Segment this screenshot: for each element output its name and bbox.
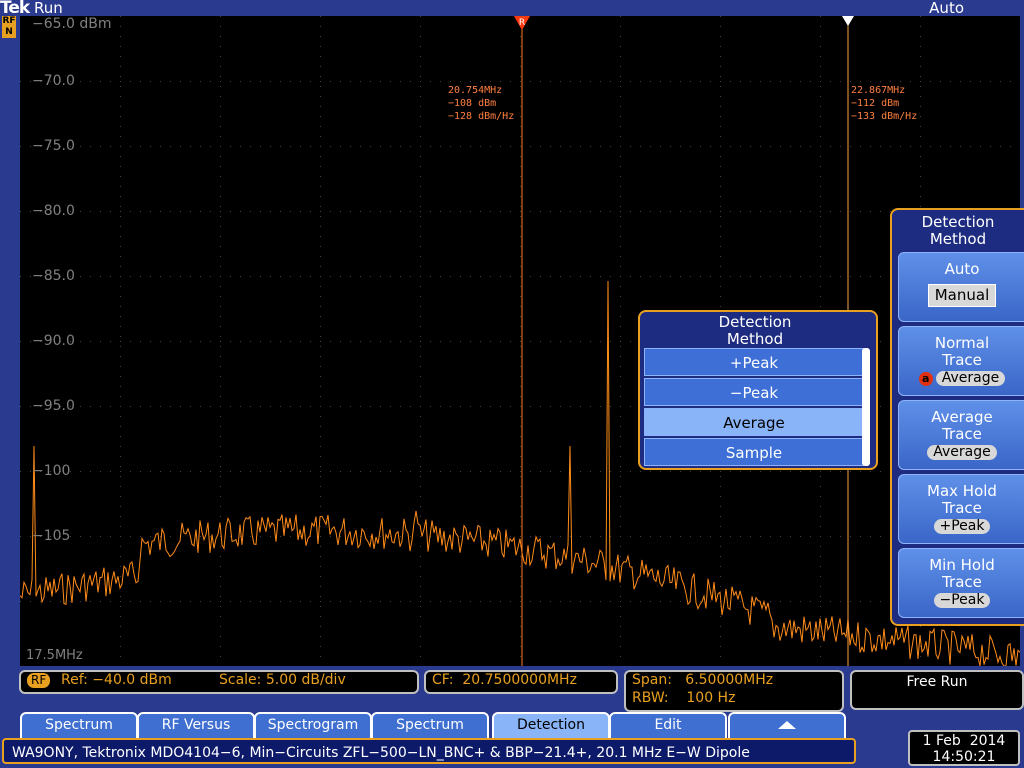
date: 1 Feb 2014 (922, 733, 1006, 749)
popup-title: Detection Method (718, 313, 792, 348)
min-hold-trace-button[interactable]: Min Hold Trace −Peak (898, 548, 1024, 618)
popup-scrollbar[interactable] (862, 348, 870, 466)
side-menu: Detection Method Auto Manual Normal Trac… (890, 208, 1024, 626)
max-hold-trace-value: +Peak (933, 519, 991, 534)
normal-trace-value: Average (935, 371, 1006, 386)
y-label-6: −95.0 (32, 398, 75, 414)
y-label-2: −75.0 (32, 138, 75, 154)
time: 14:50:21 (932, 749, 996, 765)
multipurpose-knob-a-icon: a (918, 372, 933, 386)
center-frequency: CF: 20.7500000MHz (432, 672, 577, 688)
top-status-bar (0, 0, 1024, 16)
popup-option-plus-peak[interactable]: +Peak (644, 348, 864, 376)
auto-option: Auto (944, 260, 980, 278)
popup-option-minus-peak[interactable]: −Peak (644, 378, 864, 406)
marker-r-power: −108 dBm (448, 98, 497, 109)
average-trace-label: Average Trace (931, 408, 993, 443)
span-rbw-readout[interactable]: Span: 6.50000MHz RBW: 100 Hz (624, 670, 844, 712)
marker-2-density: −133 dBm/Hz (851, 111, 918, 122)
marker-2-readout: 22.867MHz −112 dBm −133 dBm/Hz (851, 84, 917, 123)
rf-tag: RF (27, 673, 51, 688)
marker-2-freq: 22.867MHz (851, 85, 906, 96)
screen-caption: WA9ONY, Tektronix MDO4104−6, Min−Circuit… (2, 738, 856, 764)
y-label-4: −85.0 (32, 268, 75, 284)
y-label-8: −105 (32, 528, 71, 544)
ref-scale-readout[interactable]: RF Ref: −40.0 dBm Scale: 5.00 dB/div (19, 670, 419, 694)
marker-2-power: −112 dBm (851, 98, 900, 109)
min-hold-trace-value: −Peak (933, 593, 991, 608)
trigger-status: Free Run (906, 674, 968, 690)
marker-r-density: −128 dBm/Hz (448, 111, 515, 122)
date-time: 1 Feb 2014 14:50:21 (908, 730, 1020, 766)
normal-trace-button[interactable]: Normal Trace a Average (898, 326, 1024, 396)
start-frequency-label: 17.5MHz (26, 648, 83, 663)
marker-r-freq: 20.754MHz (448, 85, 503, 96)
min-hold-trace-label: Min Hold Trace (929, 556, 995, 591)
trigger-mode: Auto (929, 0, 964, 17)
popup-option-sample[interactable]: Sample (644, 438, 864, 466)
y-label-5: −90.0 (32, 333, 75, 349)
y-label-7: −100 (32, 463, 71, 479)
ref-level: Ref: −40.0 dBm (61, 672, 172, 688)
marker-r-flag-label: R (519, 18, 525, 28)
y-label-0: −65.0 dBm (32, 16, 112, 32)
manual-option: Manual (927, 284, 997, 307)
marker-2-flag[interactable] (842, 16, 854, 26)
chevron-up-icon (778, 721, 796, 729)
y-label-3: −80.0 (32, 203, 75, 219)
scale-value: Scale: 5.00 dB/div (219, 672, 346, 688)
average-trace-button[interactable]: Average Trace Average (898, 400, 1024, 470)
acquisition-state: Run (34, 0, 63, 17)
rbw-value: RBW: 100 Hz (632, 690, 736, 706)
average-trace-value: Average (927, 445, 997, 460)
detection-method-popup: Detection Method +Peak −Peak Average Sam… (638, 310, 878, 470)
auto-manual-toggle[interactable]: Auto Manual (898, 252, 1024, 322)
y-label-1: −70.0 (32, 73, 75, 89)
marker-r-readout: 20.754MHz −108 dBm −128 dBm/Hz (448, 84, 514, 123)
max-hold-trace-button[interactable]: Max Hold Trace +Peak (898, 474, 1024, 544)
popup-option-average[interactable]: Average (644, 408, 864, 436)
rf-channel-badge: RF N (2, 16, 16, 38)
span-value: Span: 6.50000MHz (632, 672, 774, 688)
normal-trace-label: Normal Trace (934, 334, 990, 369)
max-hold-trace-label: Max Hold Trace (927, 482, 997, 517)
trigger-status-readout: Free Run (850, 670, 1024, 710)
center-frequency-readout[interactable]: CF: 20.7500000MHz (424, 670, 618, 694)
side-menu-title: Detection Method (921, 213, 995, 248)
